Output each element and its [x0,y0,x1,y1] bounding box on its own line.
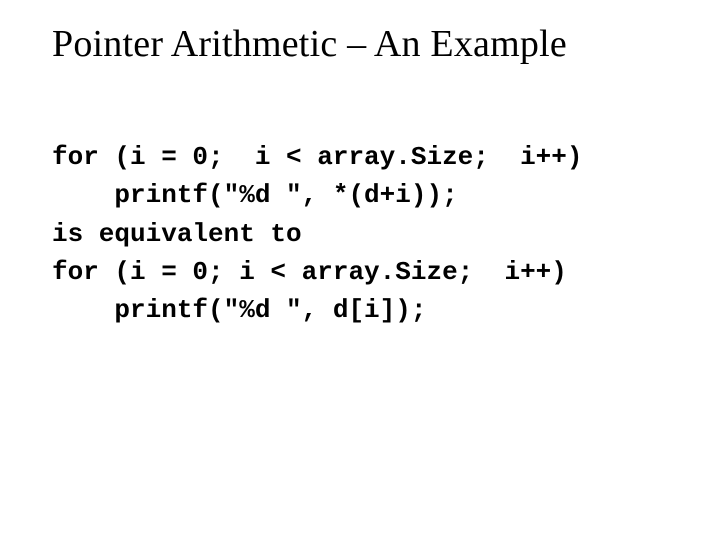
code-line-3: is equivalent to [52,219,302,249]
code-block: for (i = 0; i < array.Size; i++) printf(… [52,100,680,368]
code-line-5: printf("%d ", d[i]); [52,295,426,325]
code-line-4: for (i = 0; i < array.Size; i++) [52,257,567,287]
code-line-2: printf("%d ", *(d+i)); [52,180,458,210]
code-line-1: for (i = 0; i < array.Size; i++) [52,142,583,172]
slide: Pointer Arithmetic – An Example for (i =… [0,0,720,540]
slide-title: Pointer Arithmetic – An Example [52,22,680,66]
